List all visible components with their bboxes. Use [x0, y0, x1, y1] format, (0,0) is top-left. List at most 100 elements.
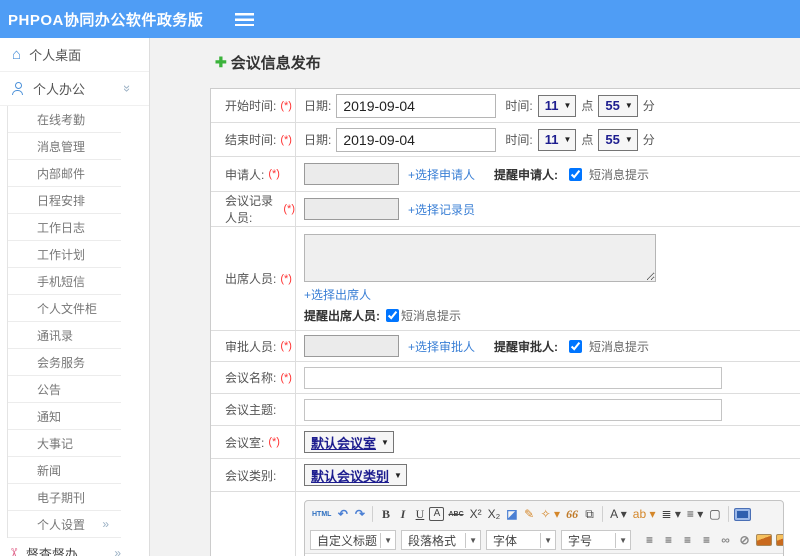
table-row: 审批人员: (*) +选择审批人 提醒审批人: 短消息提示: [211, 331, 800, 362]
redo-icon[interactable]: ↷: [352, 505, 367, 523]
format-brush-icon[interactable]: ✎: [522, 505, 537, 523]
sidebar-item[interactable]: 公告: [8, 376, 121, 403]
remind-applicant-label: 提醒申请人:: [494, 167, 559, 182]
font-color-icon[interactable]: A ▾: [608, 505, 629, 523]
eraser-icon[interactable]: ◪: [504, 505, 519, 523]
chevron-right-icon: »: [114, 546, 121, 556]
align-center-icon[interactable]: ≡: [661, 531, 676, 549]
sidebar-item[interactable]: 消息管理: [8, 133, 121, 160]
end-hour-select[interactable]: 11 ▼: [537, 128, 577, 151]
sidebar-item-desktop[interactable]: ⌂ 个人桌面: [0, 38, 149, 72]
table-row: 申请人: (*) +选择申请人 提醒申请人: 短消息提示: [211, 157, 800, 192]
paragraph-format-select[interactable]: 段落格式: [401, 530, 481, 550]
align-justify-icon[interactable]: ≡: [699, 531, 714, 549]
start-date-input[interactable]: [336, 93, 497, 118]
start-minute-select[interactable]: 55 ▼: [598, 94, 638, 117]
attendees-textarea[interactable]: [304, 234, 656, 282]
upload-image-icon[interactable]: [776, 534, 783, 546]
editor-toolbar-row1: HTML ↶ ↷ B I U A ABC X² X₂ ◪ ✎ ✧ ▾ 66 ⧉ A ▾ ab ▾ ≣ ▾ ≡ ▾ ▢: [305, 501, 783, 526]
unlink-icon[interactable]: ⊘: [737, 531, 752, 549]
caret-down-icon: [540, 532, 555, 548]
font-family-select[interactable]: 字体: [486, 530, 556, 550]
supervise-icon: ✂: [6, 547, 22, 556]
meeting-subject-input[interactable]: [304, 398, 722, 421]
subscript-icon[interactable]: X₂: [486, 505, 503, 523]
sidebar-item[interactable]: 电子期刊: [8, 484, 121, 511]
field-label-start-time: 开始时间: (*): [211, 89, 296, 122]
choose-recorder-link[interactable]: +选择记录员: [408, 201, 475, 218]
separator[interactable]: [372, 506, 374, 522]
start-hour-select[interactable]: 11 ▼: [537, 94, 577, 117]
recorder-input[interactable]: [304, 198, 399, 220]
approver-input[interactable]: [304, 335, 399, 357]
separator[interactable]: [727, 506, 729, 522]
separator[interactable]: [602, 506, 604, 522]
field-label-end-time: 结束时间: (*): [211, 123, 296, 156]
sidebar-item[interactable]: 会务服务: [8, 349, 121, 376]
sidebar-item[interactable]: 日程安排: [8, 187, 121, 214]
plus-icon: ✚: [215, 54, 227, 70]
font-size-select[interactable]: 字号: [561, 530, 631, 550]
sidebar-item-label: 会务服务: [37, 355, 86, 370]
meeting-category-select[interactable]: 默认会议类别 ▼: [304, 464, 407, 486]
page-title: ✚ 会议信息发布: [215, 54, 321, 72]
unordered-list-icon[interactable]: ≡ ▾: [685, 505, 705, 523]
caret-down-icon: [615, 532, 630, 548]
highlight-color-icon[interactable]: ab ▾: [631, 505, 658, 523]
applicant-input[interactable]: [304, 163, 399, 185]
sms-remind-checkbox[interactable]: [569, 167, 583, 181]
choose-approver-link[interactable]: +选择审批人: [408, 338, 475, 355]
sms-remind-checkbox[interactable]: [569, 339, 583, 353]
char-border-icon[interactable]: A: [429, 507, 445, 521]
sidebar-item-supervise[interactable]: ✂ 督查督办 »: [0, 538, 149, 556]
ordered-list-icon[interactable]: ≣ ▾: [659, 505, 682, 523]
bold-icon[interactable]: B: [378, 505, 393, 523]
strikethrough-icon[interactable]: ABC: [446, 505, 465, 523]
field-label-content: [211, 492, 296, 556]
end-minute-select[interactable]: 55 ▼: [598, 128, 638, 151]
sidebar-item-label: 手机短信: [37, 274, 86, 289]
sidebar-item[interactable]: 内部邮件: [8, 160, 121, 187]
field-label-attendees: 出席人员: (*): [211, 227, 296, 330]
sidebar-item[interactable]: 手机短信: [8, 268, 121, 295]
sidebar-item[interactable]: 通讯录: [8, 322, 121, 349]
meeting-room-select[interactable]: 默认会议室 ▼: [304, 431, 394, 453]
underline-icon[interactable]: U: [412, 505, 427, 523]
superscript-icon[interactable]: X²: [468, 505, 484, 523]
sidebar-item-label: 个人桌面: [29, 48, 82, 63]
choose-applicant-link[interactable]: +选择申请人: [408, 166, 475, 183]
end-date-input[interactable]: [336, 127, 497, 152]
caret-down-icon: [380, 532, 395, 548]
sms-remind-checkbox[interactable]: [386, 309, 399, 322]
sidebar-item-label: 个人文件柜: [37, 301, 98, 316]
sidebar-item[interactable]: 大事记: [8, 430, 121, 457]
html-source-button[interactable]: HTML: [310, 505, 333, 523]
sidebar-item-office[interactable]: 个人办公 »: [0, 72, 149, 106]
choose-attendees-link[interactable]: +选择出席人: [304, 286, 371, 303]
insert-image-icon[interactable]: [756, 534, 772, 546]
field-label-meeting-subject: 会议主题:: [211, 394, 296, 425]
italic-icon[interactable]: I: [395, 505, 410, 523]
sidebar-item-settings[interactable]: 个人设置 »: [8, 511, 121, 538]
fullscreen-icon[interactable]: [733, 507, 751, 521]
new-page-icon[interactable]: ▢: [707, 505, 722, 523]
meeting-name-input[interactable]: [304, 366, 722, 389]
blockquote-icon[interactable]: 66: [564, 505, 580, 523]
link-icon[interactable]: ∞: [718, 531, 733, 549]
sidebar-item[interactable]: 工作日志: [8, 214, 121, 241]
custom-title-select[interactable]: 自定义标题: [310, 530, 396, 550]
align-left-icon[interactable]: ≡: [642, 531, 657, 549]
sidebar-item[interactable]: 新闻: [8, 457, 121, 484]
undo-icon[interactable]: ↶: [335, 505, 350, 523]
sidebar-item[interactable]: 在线考勤: [8, 106, 121, 133]
sidebar-item[interactable]: 通知: [8, 403, 121, 430]
paste-text-icon[interactable]: ⧉: [582, 505, 597, 523]
sidebar-item-label: 个人设置: [37, 517, 86, 532]
chevron-double-down-icon: »: [119, 84, 135, 93]
autotypeset-icon[interactable]: ✧ ▾: [539, 505, 562, 523]
caret-down-icon: ▼: [624, 135, 633, 144]
menu-icon[interactable]: [235, 12, 255, 26]
sidebar-item[interactable]: 个人文件柜: [8, 295, 121, 322]
sidebar-item[interactable]: 工作计划: [8, 241, 121, 268]
align-right-icon[interactable]: ≡: [680, 531, 695, 549]
